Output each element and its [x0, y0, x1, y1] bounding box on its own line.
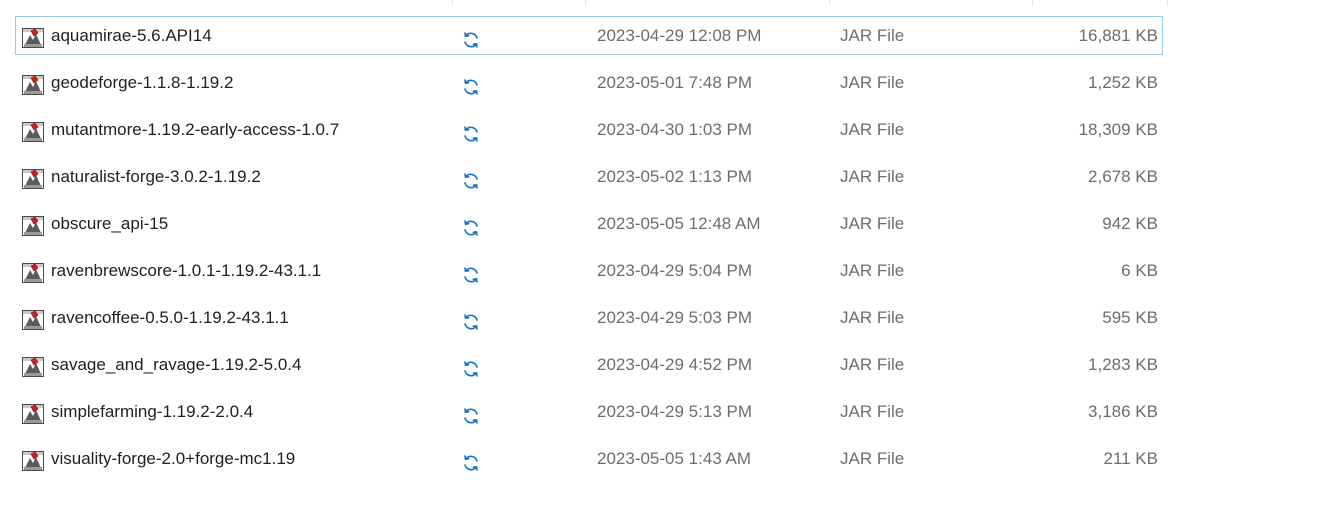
column-separator	[1032, 0, 1033, 6]
jar-file-icon	[21, 355, 45, 379]
file-size: 3,186 KB	[1088, 402, 1158, 421]
jar-file-icon	[21, 120, 45, 144]
jar-file-icon	[21, 402, 45, 426]
file-size: 6 KB	[1121, 261, 1158, 280]
file-type: JAR File	[840, 355, 905, 374]
jar-file-icon	[21, 214, 45, 238]
file-name: mutantmore-1.19.2-early-access-1.0.7	[51, 120, 340, 139]
sync-icon	[461, 355, 481, 377]
file-size: 1,283 KB	[1088, 355, 1158, 374]
sync-icon	[461, 120, 481, 142]
jar-file-icon	[21, 308, 45, 332]
column-separator	[829, 0, 830, 6]
file-date-modified: 2023-05-02 1:13 PM	[597, 167, 752, 186]
file-row[interactable]: ravenbrewscore-1.0.1-1.19.2-43.1.1 2023-…	[15, 251, 1163, 290]
file-type: JAR File	[840, 449, 905, 468]
sync-icon	[461, 26, 481, 48]
file-name: visuality-forge-2.0+forge-mc1.19	[51, 449, 296, 468]
file-date-modified: 2023-04-29 4:52 PM	[597, 355, 752, 374]
sync-icon	[461, 73, 481, 95]
file-type: JAR File	[840, 120, 905, 139]
file-size: 18,309 KB	[1078, 120, 1158, 139]
file-name: simplefarming-1.19.2-2.0.4	[51, 402, 254, 421]
file-date-modified: 2023-04-29 5:04 PM	[597, 261, 752, 280]
file-type: JAR File	[840, 308, 905, 327]
file-size: 1,252 KB	[1088, 73, 1158, 92]
file-name: naturalist-forge-3.0.2-1.19.2	[51, 167, 261, 186]
sync-icon	[461, 402, 481, 424]
file-name: ravenbrewscore-1.0.1-1.19.2-43.1.1	[51, 261, 322, 280]
file-size: 942 KB	[1102, 214, 1158, 233]
file-date-modified: 2023-04-30 1:03 PM	[597, 120, 752, 139]
column-separator	[1167, 0, 1168, 6]
file-row[interactable]: aquamirae-5.6.API14 2023-04-29 12:08 PM …	[15, 16, 1163, 55]
file-size: 16,881 KB	[1078, 26, 1158, 45]
sync-icon	[461, 167, 481, 189]
file-row[interactable]: geodeforge-1.1.8-1.19.2 2023-05-01 7:48 …	[15, 63, 1163, 102]
file-type: JAR File	[840, 402, 905, 421]
file-size: 595 KB	[1102, 308, 1158, 327]
file-row[interactable]: visuality-forge-2.0+forge-mc1.19 2023-05…	[15, 439, 1163, 478]
jar-file-icon	[21, 167, 45, 191]
jar-file-icon	[21, 261, 45, 285]
file-date-modified: 2023-04-29 5:13 PM	[597, 402, 752, 421]
file-type: JAR File	[840, 26, 905, 45]
file-row[interactable]: ravencoffee-0.5.0-1.19.2-43.1.1 2023-04-…	[15, 298, 1163, 337]
file-name: obscure_api-15	[51, 214, 169, 233]
file-size: 2,678 KB	[1088, 167, 1158, 186]
file-row[interactable]: obscure_api-15 2023-05-05 12:48 AM JAR F…	[15, 204, 1163, 243]
file-type: JAR File	[840, 167, 905, 186]
jar-file-icon	[21, 73, 45, 97]
jar-file-icon	[21, 26, 45, 50]
sync-icon	[461, 214, 481, 236]
file-date-modified: 2023-05-05 12:48 AM	[597, 214, 761, 233]
file-type: JAR File	[840, 214, 905, 233]
file-type: JAR File	[840, 73, 905, 92]
column-separator	[452, 0, 453, 6]
file-date-modified: 2023-04-29 5:03 PM	[597, 308, 752, 327]
file-date-modified: 2023-05-01 7:48 PM	[597, 73, 752, 92]
file-name: ravencoffee-0.5.0-1.19.2-43.1.1	[51, 308, 289, 327]
file-size: 211 KB	[1103, 449, 1158, 468]
file-row[interactable]: simplefarming-1.19.2-2.0.4 2023-04-29 5:…	[15, 392, 1163, 431]
file-row[interactable]: savage_and_ravage-1.19.2-5.0.4 2023-04-2…	[15, 345, 1163, 384]
sync-icon	[461, 261, 481, 283]
file-name: savage_and_ravage-1.19.2-5.0.4	[51, 355, 302, 374]
sync-icon	[461, 308, 481, 330]
file-date-modified: 2023-04-29 12:08 PM	[597, 26, 762, 45]
column-separator	[585, 0, 586, 6]
jar-file-icon	[21, 449, 45, 473]
file-type: JAR File	[840, 261, 905, 280]
file-row[interactable]: naturalist-forge-3.0.2-1.19.2 2023-05-02…	[15, 157, 1163, 196]
file-name: aquamirae-5.6.API14	[51, 26, 212, 45]
file-list: aquamirae-5.6.API14 2023-04-29 12:08 PM …	[15, 0, 1168, 508]
file-date-modified: 2023-05-05 1:43 AM	[597, 449, 752, 468]
file-row[interactable]: mutantmore-1.19.2-early-access-1.0.7 202…	[15, 110, 1163, 149]
file-name: geodeforge-1.1.8-1.19.2	[51, 73, 234, 92]
sync-icon	[461, 449, 481, 471]
